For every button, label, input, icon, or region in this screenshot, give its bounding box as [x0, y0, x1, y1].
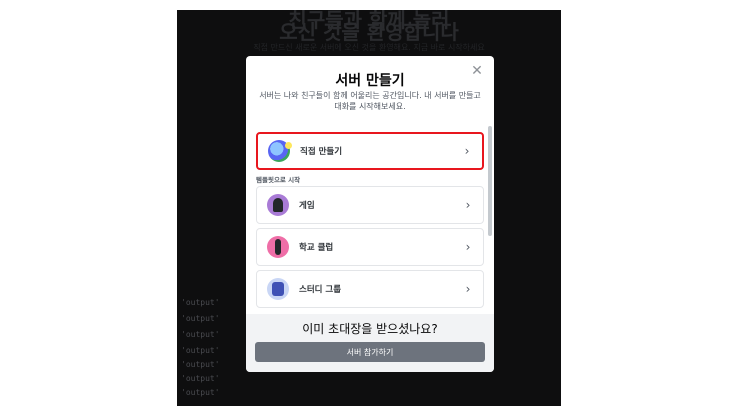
- chevron-right-icon: ›: [465, 198, 471, 212]
- template-gaming-button[interactable]: 게임 ›: [256, 186, 484, 224]
- background-heading-line2: 오신 것을 환영합니다: [279, 20, 459, 44]
- log-line: 'output': [181, 388, 220, 397]
- invite-prompt: 이미 초대장을 받으셨나요?: [302, 322, 438, 336]
- background-subtext: 직접 만드신 새로운 서버에 오신 것을 환영해요. 지금 바로 시작하세요: [253, 43, 485, 52]
- create-own-button[interactable]: 직접 만들기 ›: [256, 132, 484, 170]
- study-group-icon: [267, 278, 289, 300]
- modal-description: 서버는 나와 친구들이 함께 어울리는 공간입니다. 내 서버를 만들고 대화를…: [259, 91, 481, 111]
- scrollbar[interactable]: [488, 126, 492, 236]
- template-section-label: 템플릿으로 시작: [256, 176, 301, 184]
- gaming-icon: [267, 194, 289, 216]
- server-option-list[interactable]: 직접 만들기 › 템플릿으로 시작 게임 › 학교 클럽 › 스터디 그룹 ›: [256, 126, 488, 316]
- chevron-right-icon: ›: [464, 144, 470, 158]
- template-school-club-label: 학교 클럽: [299, 243, 334, 253]
- log-line: 'output': [181, 298, 220, 307]
- school-club-icon: [267, 236, 289, 258]
- template-gaming-label: 게임: [299, 201, 315, 211]
- log-line: 'output': [181, 374, 220, 383]
- create-server-modal: ✕ 서버 만들기 서버는 나와 친구들이 함께 어울리는 공간입니다. 내 서버…: [246, 56, 494, 372]
- join-server-button[interactable]: 서버 참가하기: [255, 342, 485, 362]
- log-line: 'output': [181, 360, 220, 369]
- modal-footer: 이미 초대장을 받으셨나요? 서버 참가하기: [246, 314, 494, 372]
- template-study-group-label: 스터디 그룹: [299, 285, 342, 295]
- log-line: 'output': [181, 346, 220, 355]
- chevron-right-icon: ›: [465, 282, 471, 296]
- screen: 친구들과 함께 놀러 오신 것을 환영합니다 직접 만드신 새로운 서버에 오신…: [0, 0, 739, 416]
- create-own-label: 직접 만들기: [300, 147, 343, 157]
- template-study-group-button[interactable]: 스터디 그룹 ›: [256, 270, 484, 308]
- template-school-club-button[interactable]: 학교 클럽 ›: [256, 228, 484, 266]
- log-line: 'output': [181, 330, 220, 339]
- log-line: 'output': [181, 314, 220, 323]
- modal-title: 서버 만들기: [335, 73, 405, 89]
- chevron-right-icon: ›: [465, 240, 471, 254]
- globe-icon: [268, 140, 292, 162]
